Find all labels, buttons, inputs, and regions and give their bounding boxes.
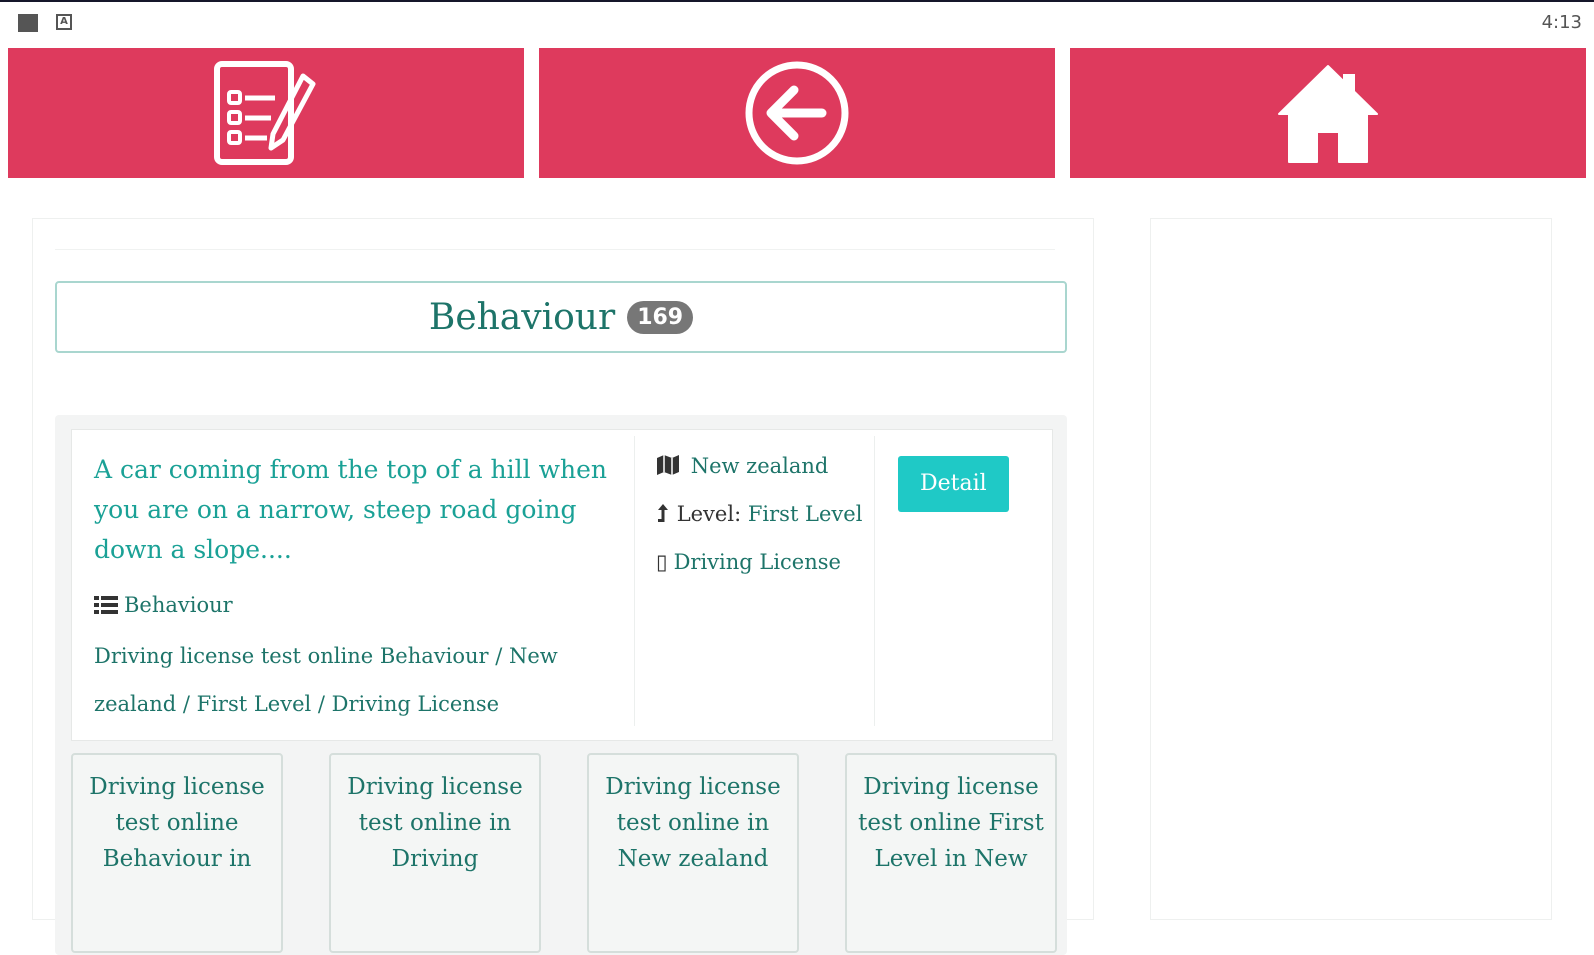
sidebar-panel — [1150, 218, 1552, 920]
back-arrow-icon — [745, 61, 849, 165]
country-label: New zealand — [690, 454, 829, 478]
column-divider — [634, 436, 635, 726]
back-button[interactable] — [539, 48, 1055, 178]
home-icon — [1278, 65, 1378, 163]
top-nav-bar — [8, 48, 1586, 178]
related-link-tile[interactable]: Driving license test online in Driving — [329, 753, 541, 953]
question-meta: New zealand Level: First Level ▯ Driving … — [656, 442, 876, 586]
map-icon — [657, 455, 679, 475]
license-icon: ▯ — [656, 550, 668, 574]
divider — [55, 249, 1055, 250]
level-value: First Level — [747, 502, 863, 526]
question-card: A car coming from the top of a hill when… — [71, 429, 1053, 741]
license-row[interactable]: ▯ Driving License — [656, 538, 876, 586]
column-divider — [874, 436, 875, 726]
question-category-label: Behaviour — [124, 593, 233, 617]
level-row[interactable]: Level: First Level — [656, 490, 876, 538]
related-links: Driving license test online Behaviour in… — [71, 753, 1061, 953]
related-link-tile[interactable]: Driving license test online in New zeala… — [587, 753, 799, 953]
related-link-tile[interactable]: Driving license test online Behaviour in — [71, 753, 283, 953]
checklist-edit-icon — [214, 61, 316, 165]
status-time: 4:13 — [1541, 12, 1582, 33]
level-arrow-icon — [658, 504, 668, 522]
quiz-list-button[interactable] — [8, 48, 524, 178]
list-icon — [94, 596, 118, 614]
count-badge: 169 — [627, 300, 694, 334]
category-header: Behaviour 169 — [55, 281, 1067, 353]
square-icon — [18, 14, 38, 32]
home-button[interactable] — [1070, 48, 1586, 178]
level-label: Level: — [676, 502, 742, 526]
detail-column: Detail — [898, 456, 1009, 512]
a-icon: A — [56, 14, 72, 30]
question-main: A car coming from the top of a hill when… — [94, 450, 624, 728]
question-text[interactable]: A car coming from the top of a hill when… — [94, 450, 624, 570]
main-content: Behaviour 169 A car coming from the top … — [32, 218, 1094, 955]
related-link-tile[interactable]: Driving license test online First Level … — [845, 753, 1057, 953]
category-title: Behaviour — [428, 296, 616, 338]
detail-button[interactable]: Detail — [898, 456, 1009, 512]
license-label: Driving License — [673, 550, 841, 574]
question-panel: A car coming from the top of a hill when… — [55, 415, 1067, 955]
country-row[interactable]: New zealand — [656, 442, 876, 490]
breadcrumb[interactable]: Driving license test online Behaviour / … — [94, 632, 624, 728]
status-bar: A 4:13 — [0, 2, 1594, 42]
question-category[interactable]: Behaviour — [94, 590, 624, 620]
